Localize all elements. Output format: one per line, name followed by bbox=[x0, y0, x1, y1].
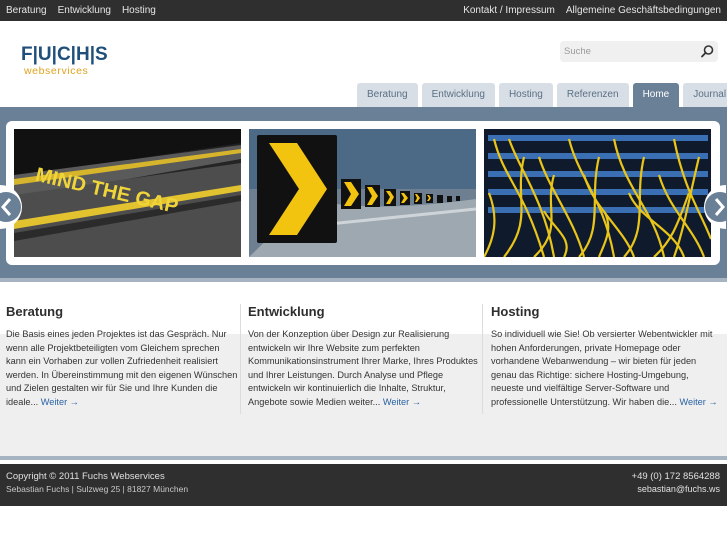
logo-tagline: webservices bbox=[24, 65, 89, 77]
top-nav-left: Beratung Entwicklung Hosting bbox=[6, 5, 156, 16]
chevron-signs-image bbox=[249, 129, 476, 257]
column-title-beratung: Beratung bbox=[6, 304, 64, 319]
main-tabs: Beratung Entwicklung Hosting Referenzen … bbox=[357, 83, 727, 107]
top-link-hosting[interactable]: Hosting bbox=[122, 5, 156, 16]
slider-band: MIND THE GAP bbox=[0, 107, 727, 282]
top-nav-right: Kontakt / Impressum Allgemeine Geschäfts… bbox=[463, 5, 721, 16]
slider-next-arrow-icon[interactable] bbox=[698, 185, 726, 229]
footer-email-link[interactable]: sebastian@fuchs.ws bbox=[637, 484, 720, 494]
search-icon[interactable] bbox=[700, 44, 715, 59]
search-input[interactable] bbox=[564, 44, 694, 59]
image-slider: MIND THE GAP bbox=[0, 121, 726, 265]
column-text-hosting: So individuell wie Sie! Ob versierter We… bbox=[491, 328, 723, 410]
top-link-entwicklung[interactable]: Entwicklung bbox=[58, 5, 111, 16]
read-more-entwicklung-link[interactable]: Weiter → bbox=[383, 397, 421, 407]
tab-entwicklung[interactable]: Entwicklung bbox=[421, 83, 495, 107]
column-title-entwicklung: Entwicklung bbox=[248, 304, 325, 319]
column-divider bbox=[240, 304, 241, 414]
tab-beratung[interactable]: Beratung bbox=[357, 83, 418, 107]
search-box bbox=[560, 41, 718, 62]
top-navigation-bar: Beratung Entwicklung Hosting Kontakt / I… bbox=[0, 0, 727, 21]
column-text-entwicklung: Von der Konzeption über Design zur Reali… bbox=[248, 328, 480, 410]
slide-chevrons[interactable] bbox=[249, 129, 476, 257]
column-divider bbox=[482, 304, 483, 414]
footer: Copyright © 2011 Fuchs Webservices Sebas… bbox=[0, 464, 727, 506]
tab-home[interactable]: Home bbox=[632, 83, 680, 107]
column-hosting: Hosting So individuell wie Sie! Ob versi… bbox=[491, 304, 723, 410]
tab-journal[interactable]: Journal bbox=[683, 83, 727, 107]
slide-network-cables[interactable] bbox=[484, 129, 711, 257]
content-area: Beratung Die Basis eines jeden Projektes… bbox=[0, 282, 727, 460]
column-title-hosting: Hosting bbox=[491, 304, 540, 319]
tab-referenzen[interactable]: Referenzen bbox=[556, 83, 629, 107]
column-text-beratung: Die Basis eines jeden Projektes ist das … bbox=[6, 328, 238, 410]
logo-wordmark: F|U|C|H|S bbox=[21, 44, 108, 65]
network-cables-image bbox=[484, 129, 711, 257]
footer-phone: +49 (0) 172 8564288 bbox=[631, 471, 720, 482]
column-body-entwicklung: Von der Konzeption über Design zur Reali… bbox=[248, 329, 478, 407]
footer-copyright: Copyright © 2011 Fuchs Webservices bbox=[6, 471, 165, 482]
footer-address: Sebastian Fuchs | Sulzweg 25 | 81827 Mün… bbox=[6, 484, 189, 494]
slide-mind-the-gap[interactable]: MIND THE GAP bbox=[14, 129, 241, 257]
read-more-hosting-link[interactable]: Weiter → bbox=[679, 397, 717, 407]
column-beratung: Beratung Die Basis eines jeden Projektes… bbox=[6, 304, 238, 410]
slider-prev-arrow-icon[interactable] bbox=[0, 185, 28, 229]
column-entwicklung: Entwicklung Von der Konzeption über Desi… bbox=[248, 304, 480, 410]
top-link-kontakt-impressum[interactable]: Kontakt / Impressum bbox=[463, 5, 555, 16]
content-bottom-line bbox=[0, 456, 727, 460]
column-body-hosting: So individuell wie Sie! Ob versierter We… bbox=[491, 329, 713, 407]
header: F|U|C|H|S webservices Beratung Entwicklu… bbox=[0, 21, 727, 107]
top-link-agb[interactable]: Allgemeine Geschäftsbedingungen bbox=[566, 5, 721, 16]
logo[interactable]: F|U|C|H|S webservices bbox=[21, 45, 108, 77]
tab-hosting[interactable]: Hosting bbox=[498, 83, 553, 107]
mind-the-gap-image: MIND THE GAP bbox=[14, 129, 241, 257]
read-more-beratung-link[interactable]: Weiter → bbox=[41, 397, 79, 407]
column-body-beratung: Die Basis eines jeden Projektes ist das … bbox=[6, 329, 238, 407]
top-link-beratung[interactable]: Beratung bbox=[6, 5, 47, 16]
